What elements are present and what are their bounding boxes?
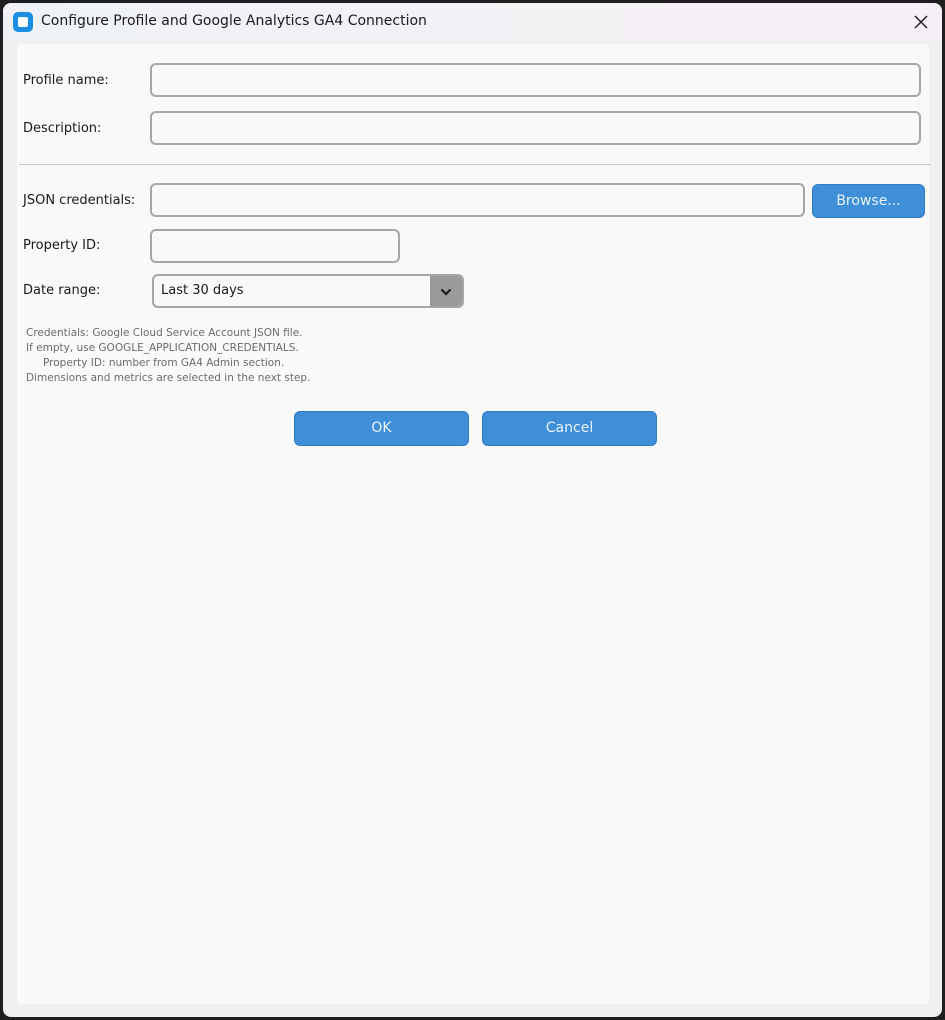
property-id-label: Property ID: (23, 238, 101, 253)
app-icon (13, 12, 33, 32)
section-divider (19, 164, 931, 165)
profile-name-input[interactable] (150, 63, 921, 97)
window-title: Configure Profile and Google Analytics G… (41, 13, 427, 29)
dropdown-toggle[interactable] (430, 276, 462, 306)
property-id-input[interactable] (150, 229, 400, 263)
description-input[interactable] (150, 111, 921, 145)
date-range-label: Date range: (23, 283, 101, 298)
browse-button[interactable]: Browse... (812, 184, 925, 218)
date-range-selected-value: Last 30 days (161, 283, 244, 298)
help-text-line: If empty, use GOOGLE_APPLICATION_CREDENT… (26, 342, 299, 354)
date-range-select[interactable]: Last 30 days (152, 274, 464, 308)
dialog-window: Configure Profile and Google Analytics G… (3, 3, 942, 1017)
description-label: Description: (23, 121, 102, 136)
help-text-line: Property ID: number from GA4 Admin secti… (43, 357, 285, 369)
cancel-button[interactable]: Cancel (482, 411, 657, 446)
close-icon (914, 15, 928, 29)
help-text-line: Dimensions and metrics are selected in t… (26, 372, 311, 384)
title-bar: Configure Profile and Google Analytics G… (3, 3, 942, 41)
json-credentials-label: JSON credentials: (23, 193, 136, 208)
chevron-down-icon (440, 288, 452, 296)
json-credentials-input[interactable] (150, 183, 805, 217)
help-text-line: Credentials: Google Cloud Service Accoun… (26, 327, 303, 339)
ok-button[interactable]: OK (294, 411, 469, 446)
profile-name-label: Profile name: (23, 73, 109, 88)
dialog-content: Profile name: Description: JSON credenti… (17, 44, 931, 1004)
help-text: Credentials: Google Cloud Service Accoun… (26, 326, 346, 386)
close-button[interactable] (903, 8, 939, 36)
